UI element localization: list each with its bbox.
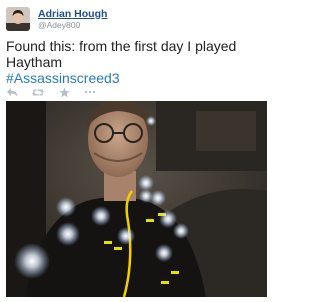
author-names: Adrian Hough @Adey800 <box>38 8 107 30</box>
author-handle[interactable]: @Adey800 <box>38 21 107 30</box>
more-icon[interactable] <box>84 86 96 98</box>
favorite-icon[interactable] <box>58 86 70 98</box>
tweet-header: Adrian Hough @Adey800 <box>6 6 107 32</box>
tweet-actions <box>6 85 110 99</box>
author-name[interactable]: Adrian Hough <box>38 8 107 20</box>
tweet-body: Found this: from the first day I played … <box>6 38 237 70</box>
retweet-icon[interactable] <box>32 86 44 98</box>
tweet-photo[interactable] <box>6 101 267 297</box>
hashtag-link[interactable]: #Assassinscreed3 <box>6 70 120 86</box>
tweet-card: Adrian Hough @Adey800 Found this: from t… <box>0 0 270 302</box>
reply-icon[interactable] <box>6 86 18 98</box>
tweet-text: Found this: from the first day I played … <box>6 38 264 86</box>
avatar[interactable] <box>6 7 30 31</box>
